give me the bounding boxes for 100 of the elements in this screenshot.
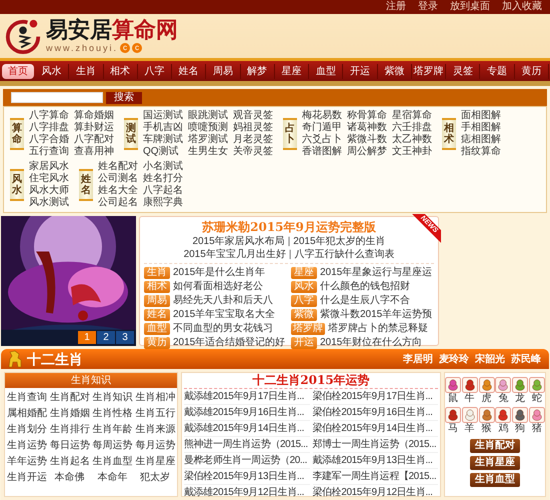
fortune-link[interactable]: 曼桦老师生肖一周运势（20... bbox=[184, 453, 310, 469]
category-link[interactable]: 眼跳测试 bbox=[188, 110, 228, 122]
news-link[interactable]: 什么是生辰八字不合 bbox=[320, 295, 410, 307]
top-link[interactable]: 登录 bbox=[418, 2, 438, 12]
category-link[interactable]: 家居风水 bbox=[29, 161, 69, 173]
fortune-link[interactable]: 戴添雄2015年9月17日生肖... bbox=[184, 389, 310, 405]
slide-page-button[interactable]: 2 bbox=[97, 331, 115, 344]
top-link[interactable]: 加入收藏 bbox=[502, 2, 542, 12]
category-link[interactable]: 车牌测试 bbox=[143, 134, 183, 146]
category-link[interactable]: 八字起名 bbox=[143, 185, 183, 197]
category-link[interactable]: 算命婚姻 bbox=[74, 110, 114, 122]
news-link[interactable]: 2015年家居风水布局 bbox=[192, 235, 285, 248]
nav-tab[interactable]: 星座 bbox=[274, 64, 310, 78]
nav-tab[interactable]: 灵签 bbox=[446, 64, 480, 78]
category-link[interactable]: 六壬排盘 bbox=[392, 122, 432, 134]
nav-tab[interactable]: 八字 bbox=[138, 64, 172, 78]
search-field[interactable] bbox=[11, 92, 103, 103]
category-link[interactable]: 奇门遁甲 bbox=[302, 122, 342, 134]
fortune-link[interactable]: 梁伯栓2015年9月16日生肖... bbox=[312, 405, 438, 421]
top-link[interactable]: 注册 bbox=[386, 2, 406, 12]
news-link[interactable]: 紫微斗数2015羊年运势预 bbox=[320, 309, 432, 321]
nav-tab[interactable]: 姓名 bbox=[172, 64, 206, 78]
category-link[interactable]: 国运测试 bbox=[143, 110, 183, 122]
knowledge-link[interactable]: 生肖知识 bbox=[92, 392, 132, 404]
category-link[interactable]: 手机吉凶 bbox=[143, 122, 183, 134]
nav-tab[interactable]: 血型 bbox=[309, 64, 344, 78]
category-link[interactable]: 算卦财运 bbox=[74, 122, 114, 134]
news-link[interactable]: 塔罗牌占卜的禁忌释疑 bbox=[328, 323, 428, 335]
category-link[interactable]: 文王神卦 bbox=[392, 146, 432, 158]
category-link[interactable]: 姓名打分 bbox=[143, 173, 183, 185]
category-link[interactable]: 康熙字典 bbox=[143, 197, 183, 209]
fortune-link[interactable]: 李建军一周生肖运程【2015... bbox=[312, 469, 438, 485]
category-link[interactable]: 八字算命 bbox=[29, 110, 69, 122]
slide-page-button[interactable]: 3 bbox=[116, 331, 134, 344]
nav-tab[interactable]: 解梦 bbox=[240, 64, 275, 78]
zodiac-button[interactable]: 生肖配对 bbox=[470, 439, 520, 453]
fortune-link[interactable]: 梁伯栓2015年9月12日生肖... bbox=[312, 485, 438, 500]
category-link[interactable]: 八字合婚 bbox=[29, 134, 69, 146]
category-link[interactable]: 六爻占卜 bbox=[302, 134, 342, 146]
category-link[interactable]: 公司测名 bbox=[98, 173, 138, 185]
nav-tab[interactable]: 黄历 bbox=[514, 64, 549, 78]
category-link[interactable]: 八字配对 bbox=[74, 134, 114, 146]
category-link[interactable]: 塔罗测试 bbox=[188, 134, 228, 146]
category-link[interactable]: 紫微斗数 bbox=[347, 134, 387, 146]
fortune-link[interactable]: 熊神进一周生肖运势（2015... bbox=[184, 437, 310, 453]
knowledge-link[interactable]: 属相婚配 bbox=[7, 408, 47, 420]
fortune-link[interactable]: 梁伯栓2015年9月17日生肖... bbox=[312, 389, 438, 405]
category-link[interactable]: 香谱图解 bbox=[302, 146, 342, 158]
knowledge-link[interactable]: 每日运势 bbox=[50, 440, 90, 452]
knowledge-link[interactable]: 生肖相冲 bbox=[135, 392, 175, 404]
category-link[interactable]: 面相图解 bbox=[461, 110, 501, 122]
category-link[interactable]: 姓名大全 bbox=[98, 185, 138, 197]
category-link[interactable]: 月老灵签 bbox=[233, 134, 273, 146]
category-link[interactable]: 八字排盘 bbox=[29, 122, 69, 134]
category-link[interactable]: 周公解梦 bbox=[347, 146, 387, 158]
category-link[interactable]: 小名测试 bbox=[143, 161, 183, 173]
nav-tab[interactable]: 塔罗牌 bbox=[412, 64, 446, 78]
nav-tab[interactable]: 首页 bbox=[2, 64, 34, 78]
category-link[interactable]: 喷嚏预测 bbox=[188, 122, 228, 134]
nav-tab[interactable]: 相术 bbox=[104, 64, 138, 78]
news-link[interactable]: 2015年财位在什么方向 bbox=[320, 337, 422, 349]
category-link[interactable]: 梅花易数 bbox=[302, 110, 342, 122]
knowledge-link[interactable]: 生肖年龄 bbox=[92, 424, 132, 436]
zodiac-button[interactable]: 生肖星座 bbox=[470, 456, 520, 470]
nav-tab[interactable]: 风水 bbox=[35, 64, 70, 78]
news-link[interactable]: 2015年适合结婚登记的好 bbox=[173, 337, 286, 349]
news-link[interactable]: 易经先天八卦和后天八 bbox=[173, 295, 273, 307]
category-link[interactable]: 痣相图解 bbox=[461, 134, 501, 146]
knowledge-link[interactable]: 每周运势 bbox=[92, 440, 132, 452]
category-link[interactable]: 生男生女 bbox=[188, 146, 228, 158]
knowledge-link[interactable]: 生肖运势 bbox=[7, 440, 47, 452]
category-link[interactable]: 五行查询 bbox=[29, 146, 69, 158]
zodiac-button[interactable]: 生肖血型 bbox=[470, 473, 520, 487]
knowledge-link[interactable]: 生肖性格 bbox=[92, 408, 132, 420]
fortune-link[interactable]: 梁伯栓2015年9月14日生肖... bbox=[312, 421, 438, 437]
category-link[interactable]: 公司起名 bbox=[98, 197, 138, 209]
category-link[interactable]: 风水测试 bbox=[29, 197, 69, 209]
category-link[interactable]: 称骨算命 bbox=[347, 110, 387, 122]
news-link[interactable]: 什么颜色的钱包招财 bbox=[320, 281, 410, 293]
category-link[interactable]: QQ测试 bbox=[143, 146, 183, 158]
search-button[interactable]: 搜索 bbox=[106, 92, 142, 104]
nav-tab[interactable]: 周易 bbox=[206, 64, 241, 78]
category-link[interactable]: 太乙神数 bbox=[392, 134, 432, 146]
knowledge-link[interactable]: 生肖来源 bbox=[135, 424, 175, 436]
top-link[interactable]: 放到桌面 bbox=[450, 2, 490, 12]
news-link[interactable]: 2015羊年宝宝取名大全 bbox=[173, 309, 276, 321]
knowledge-link[interactable]: 生肖五行 bbox=[135, 408, 175, 420]
category-link[interactable]: 查喜用神 bbox=[74, 146, 114, 158]
category-link[interactable]: 住宅风水 bbox=[29, 173, 69, 185]
category-link[interactable]: 观音灵签 bbox=[233, 110, 273, 122]
fortune-link[interactable]: 戴添雄2015年9月12日生肖... bbox=[184, 485, 310, 500]
fortune-link[interactable]: 戴添雄2015年9月14日生肖... bbox=[184, 421, 310, 437]
news-link[interactable]: 2015年星象运行与星座运 bbox=[320, 267, 432, 279]
fortune-link[interactable]: 戴添雄2015年9月16日生肖... bbox=[184, 405, 310, 421]
category-link[interactable]: 星宿算命 bbox=[392, 110, 432, 122]
nav-tab[interactable]: 专题 bbox=[480, 64, 515, 78]
category-link[interactable]: 妈祖灵签 bbox=[233, 122, 273, 134]
nav-tab[interactable]: 紫微 bbox=[378, 64, 412, 78]
knowledge-link[interactable]: 生肖配对 bbox=[50, 392, 90, 404]
knowledge-link[interactable]: 生肖查询 bbox=[7, 392, 47, 404]
